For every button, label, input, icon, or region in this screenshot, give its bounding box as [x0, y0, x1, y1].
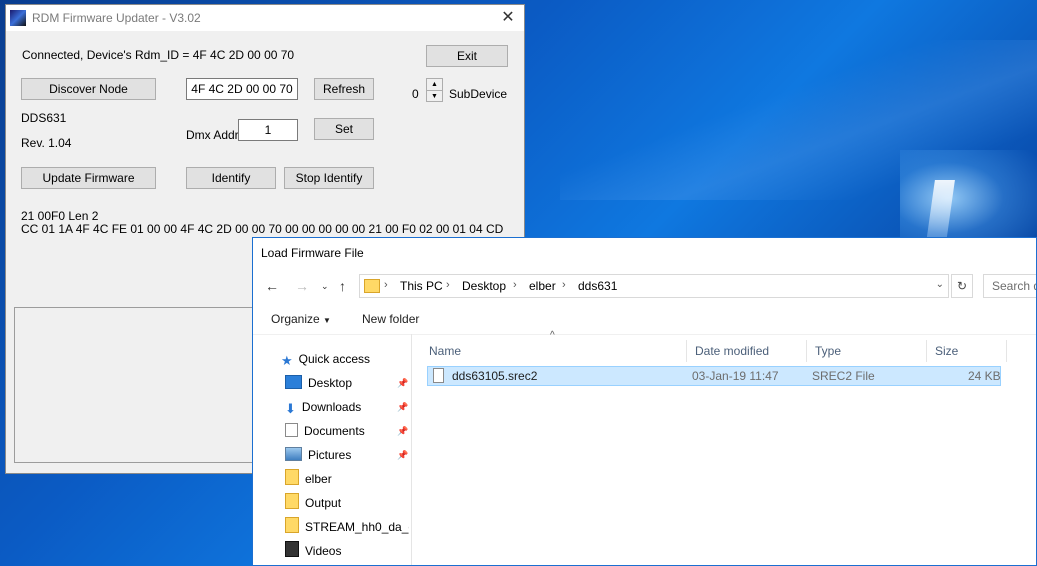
file-size: 24 KB	[968, 369, 1001, 383]
new-folder-button[interactable]: New folder	[362, 312, 419, 326]
folder-icon	[285, 469, 299, 485]
spin-up-icon[interactable]: ▲	[427, 79, 442, 91]
close-icon[interactable]: ✕	[498, 8, 518, 28]
pictures-icon	[285, 447, 302, 461]
desktop-light-beam	[560, 40, 1037, 200]
chevron-right-icon: ›	[562, 279, 566, 291]
nav-item-desktop[interactable]: Desktop	[285, 372, 409, 394]
search-input[interactable]: Search d	[983, 274, 1036, 298]
load-firmware-dialog: Load Firmware File ← → ⌄ ↑ › This PC › D…	[252, 237, 1037, 566]
dialog-toolbar: Organize ▼ New folder	[253, 306, 1036, 335]
column-header-type[interactable]: Type	[807, 340, 927, 362]
nav-item-downloads[interactable]: ⬇ Downloads	[285, 396, 409, 418]
file-type: SREC2 File	[812, 369, 875, 383]
stop-identify-button[interactable]: Stop Identify	[284, 167, 374, 189]
videos-icon	[285, 541, 299, 557]
rdm-titlebar[interactable]: RDM Firmware Updater - V3.02 ✕	[6, 5, 524, 31]
folder-icon	[285, 493, 299, 509]
breadcrumb-desktop[interactable]: Desktop	[462, 279, 506, 293]
identify-button[interactable]: Identify	[186, 167, 276, 189]
pin-icon: 📌	[397, 426, 409, 436]
breadcrumb-elber[interactable]: elber	[529, 279, 556, 293]
downloads-icon: ⬇	[285, 401, 296, 416]
file-date: 03-Jan-19 11:47	[692, 369, 779, 383]
folder-icon	[364, 279, 380, 293]
subdevice-spinner[interactable]: ▲ ▼	[426, 78, 443, 102]
documents-icon	[285, 423, 298, 437]
subdevice-value: 0	[412, 87, 419, 101]
file-list: ^ Name Date modified Type Size dds63105.…	[413, 330, 1036, 565]
nav-item-output[interactable]: Output	[285, 492, 409, 514]
exit-button[interactable]: Exit	[426, 45, 508, 67]
refresh-button[interactable]: Refresh	[314, 78, 374, 100]
navigation-bar: ← → ⌄ ↑ › This PC › Desktop › elber › dd…	[253, 272, 1036, 302]
up-arrow-icon[interactable]: ↑	[339, 278, 346, 294]
spin-down-icon[interactable]: ▼	[427, 91, 442, 102]
forward-arrow-icon[interactable]: →	[295, 278, 309, 294]
update-firmware-button[interactable]: Update Firmware	[21, 167, 156, 189]
revision-label: Rev. 1.04	[21, 136, 72, 150]
nav-label: Quick access	[298, 352, 371, 366]
back-arrow-icon[interactable]: ←	[265, 278, 279, 294]
chevron-down-icon[interactable]: ⌄	[936, 279, 944, 290]
organize-label: Organize	[271, 312, 320, 326]
column-header-name[interactable]: Name	[421, 340, 687, 362]
nav-item-pictures[interactable]: Pictures	[285, 444, 409, 466]
folder-icon	[285, 517, 299, 533]
pin-icon: 📌	[397, 450, 409, 460]
rdm-id-field[interactable]: 4F 4C 2D 00 00 70	[186, 78, 298, 100]
pin-icon: 📌	[397, 378, 409, 388]
log-line-2: CC 01 1A 4F 4C FE 01 00 00 4F 4C 2D 00 0…	[21, 222, 504, 236]
discover-node-button[interactable]: Discover Node	[21, 78, 156, 100]
file-row[interactable]: dds63105.srec2 03-Jan-19 11:47 SREC2 Fil…	[427, 366, 1001, 386]
nav-label: Downloads	[301, 400, 362, 414]
breadcrumb-dds631[interactable]: dds631	[578, 279, 617, 293]
pin-icon: 📌	[397, 402, 409, 412]
column-header-date[interactable]: Date modified	[687, 340, 807, 362]
breadcrumb-this-pc[interactable]: This PC	[400, 279, 443, 293]
nav-item-videos[interactable]: Videos	[285, 540, 409, 562]
address-bar[interactable]: › This PC › Desktop › elber › dds631 ⌄	[359, 274, 949, 298]
dmx-addr-field[interactable]: 1	[238, 119, 298, 141]
window-title: RDM Firmware Updater - V3.02	[32, 11, 201, 25]
nav-label: Videos	[305, 544, 342, 558]
chevron-right-icon: ›	[384, 279, 388, 291]
device-name: DDS631	[21, 111, 67, 125]
recent-dropdown-icon[interactable]: ⌄	[321, 281, 329, 292]
chevron-down-icon: ▼	[323, 316, 331, 325]
nav-label: STREAM_hh0_da_co	[305, 520, 409, 534]
desktop-icon	[285, 375, 302, 389]
chevron-right-icon: ›	[446, 279, 450, 291]
file-name: dds63105.srec2	[452, 369, 538, 383]
app-icon	[10, 10, 26, 26]
nav-item-quick-access[interactable]: ★ Quick access	[281, 348, 405, 370]
file-icon	[433, 368, 444, 383]
dmx-addr-label: Dmx Addr:	[186, 128, 243, 142]
chevron-right-icon: ›	[513, 279, 517, 291]
connection-status: Connected, Device's Rdm_ID = 4F 4C 2D 00…	[22, 48, 295, 62]
nav-item-documents[interactable]: Documents	[285, 420, 409, 442]
nav-label: elber	[305, 472, 332, 486]
organize-button[interactable]: Organize ▼	[271, 312, 331, 326]
output-box	[14, 307, 264, 463]
subdevice-label: SubDevice	[449, 87, 508, 101]
nav-item-elber[interactable]: elber	[285, 468, 409, 490]
log-line-1: 21 00F0 Len 2	[21, 209, 99, 223]
nav-label: Desktop	[308, 376, 353, 390]
nav-label: Output	[305, 496, 342, 510]
refresh-icon[interactable]: ↻	[951, 274, 973, 298]
nav-item-stream[interactable]: STREAM_hh0_da_co	[285, 516, 409, 538]
nav-label: Pictures	[308, 448, 352, 462]
column-header-size[interactable]: Size	[927, 340, 1007, 362]
navigation-pane: ★ Quick access Desktop 📌 ⬇ Downloads 📌 Doc…	[253, 334, 412, 565]
star-icon: ★	[281, 353, 293, 368]
nav-label: Documents	[304, 424, 365, 438]
set-button[interactable]: Set	[314, 118, 374, 140]
dialog-title: Load Firmware File	[261, 246, 364, 260]
